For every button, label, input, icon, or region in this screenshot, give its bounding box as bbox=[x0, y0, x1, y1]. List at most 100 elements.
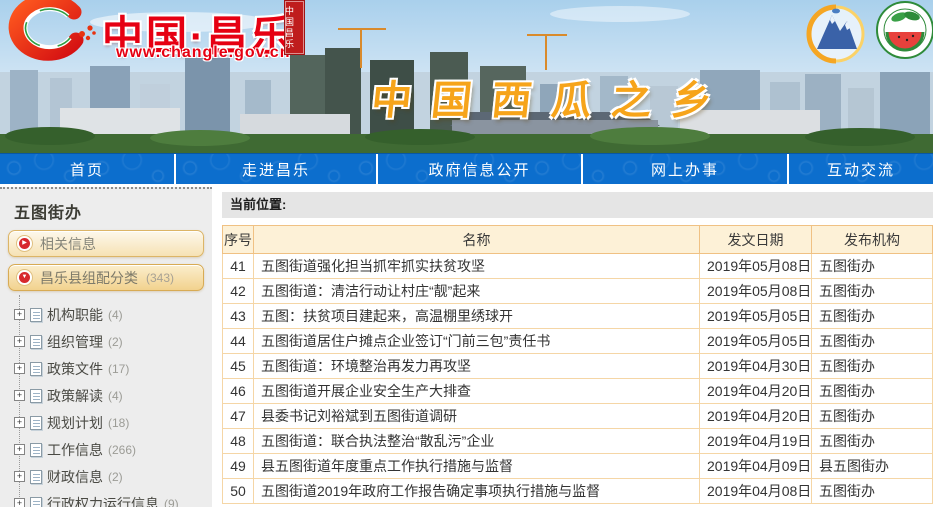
watermelon-festival-emblem-icon bbox=[875, 0, 933, 60]
article-title-link[interactable]: 五图街道居住户摊点企业签订“门前三包”责任书 bbox=[254, 329, 700, 354]
tree-item[interactable]: + 组织管理 (2) bbox=[14, 328, 212, 355]
table-row: 49 县五图街道年度重点工作执行措施与监督 2019年04月09日 县五图街办 bbox=[223, 454, 933, 479]
table-row: 43 五图：扶贫项目建起来，高温棚里绣球开 2019年05月05日 五图街办 bbox=[223, 304, 933, 329]
expand-plus-icon[interactable]: + bbox=[14, 309, 25, 320]
table-column-header: 发文日期 bbox=[700, 226, 812, 254]
category-group-button[interactable]: ▼ 昌乐县组配分类 (343) bbox=[8, 264, 204, 291]
article-title-link[interactable]: 五图街道开展企业安全生产大排查 bbox=[254, 379, 700, 404]
tree-item-count: (2) bbox=[108, 335, 123, 349]
category-group-label: 昌乐县组配分类 bbox=[40, 268, 138, 288]
expand-plus-icon[interactable]: + bbox=[14, 363, 25, 374]
tree-item[interactable]: + 行政权力运行信息 (9) bbox=[14, 490, 212, 507]
red-forward-circle-icon: ▶ bbox=[17, 236, 32, 251]
table-column-header: 名称 bbox=[254, 226, 700, 254]
table-row: 42 五图街道：清洁行动让村庄“靓”起来 2019年05月08日 五图街办 bbox=[223, 279, 933, 304]
related-info-button[interactable]: ▶ 相关信息 bbox=[8, 230, 204, 257]
article-title-link[interactable]: 五图街道2019年政府工作报告确定事项执行措施与监督 bbox=[254, 479, 700, 504]
article-title-link[interactable]: 五图：扶贫项目建起来，高温棚里绣球开 bbox=[254, 304, 700, 329]
publish-date-cell: 2019年04月09日 bbox=[700, 454, 812, 479]
table-row: 44 五图街道居住户摊点企业签订“门前三包”责任书 2019年05月05日 五图… bbox=[223, 329, 933, 354]
nav-item-label: 走进昌乐 bbox=[242, 159, 310, 180]
table-header-row: 序号 名称 发文日期 发布机构 bbox=[223, 226, 933, 254]
article-title-link[interactable]: 县五图街道年度重点工作执行措施与监督 bbox=[254, 454, 700, 479]
tree-item[interactable]: + 规划计划 (18) bbox=[14, 409, 212, 436]
row-number-cell: 48 bbox=[223, 429, 254, 454]
expand-plus-icon[interactable]: + bbox=[14, 444, 25, 455]
nav-item[interactable]: 互动交流 bbox=[789, 154, 933, 184]
document-icon bbox=[30, 335, 42, 349]
site-url: www.changle.gov.cn bbox=[116, 44, 290, 62]
publisher-cell: 五图街办 bbox=[812, 429, 933, 454]
seal-stamp: 中国昌乐 bbox=[284, 0, 305, 55]
row-number-cell: 43 bbox=[223, 304, 254, 329]
expand-plus-icon[interactable]: + bbox=[14, 390, 25, 401]
expand-plus-icon[interactable]: + bbox=[14, 417, 25, 428]
sidebar: 五图街办 ▶ 相关信息 ▼ 昌乐县组配分类 (343) + 机构职能 (4) +… bbox=[0, 187, 212, 507]
sidebar-title: 五图街办 bbox=[14, 199, 212, 223]
tree-item[interactable]: + 工作信息 (266) bbox=[14, 436, 212, 463]
tree-item-label: 机构职能 bbox=[47, 305, 103, 325]
row-number-cell: 50 bbox=[223, 479, 254, 504]
nav-item[interactable]: 首页 bbox=[0, 154, 176, 184]
tree-item[interactable]: + 政策解读 (4) bbox=[14, 382, 212, 409]
tree-item-label: 财政信息 bbox=[47, 467, 103, 487]
tree-item-count: (266) bbox=[108, 443, 136, 457]
nav-item-label: 首页 bbox=[70, 159, 104, 180]
publisher-cell: 五图街办 bbox=[812, 254, 933, 279]
row-number-cell: 45 bbox=[223, 354, 254, 379]
row-number-cell: 47 bbox=[223, 404, 254, 429]
tree-item[interactable]: + 财政信息 (2) bbox=[14, 463, 212, 490]
tree-item-count: (4) bbox=[108, 389, 123, 403]
table-column-header: 序号 bbox=[223, 226, 254, 254]
category-tree: + 机构职能 (4) + 组织管理 (2) + 政策文件 (17) + 政策解读… bbox=[14, 301, 212, 507]
tree-item[interactable]: + 机构职能 (4) bbox=[14, 301, 212, 328]
publisher-cell: 五图街办 bbox=[812, 479, 933, 504]
tree-item-label: 政策解读 bbox=[47, 386, 103, 406]
nav-item[interactable]: 走进昌乐 bbox=[176, 154, 378, 184]
row-number-cell: 41 bbox=[223, 254, 254, 279]
publisher-cell: 五图街办 bbox=[812, 404, 933, 429]
tree-item-count: (4) bbox=[108, 308, 123, 322]
e-swoosh-logo-icon bbox=[4, 0, 100, 66]
main-nav: 首页 走进昌乐 政府信息公开 网上办事 互动交流 bbox=[0, 153, 933, 184]
document-icon bbox=[30, 443, 42, 457]
content-area: 五图街办 ▶ 相关信息 ▼ 昌乐县组配分类 (343) + 机构职能 (4) +… bbox=[0, 184, 933, 507]
tree-item-count: (9) bbox=[164, 497, 179, 507]
document-icon bbox=[30, 470, 42, 484]
nav-item[interactable]: 政府信息公开 bbox=[378, 154, 583, 184]
table-row: 47 县委书记刘裕斌到五图街道调研 2019年04月20日 五图街办 bbox=[223, 404, 933, 429]
publish-date-cell: 2019年04月08日 bbox=[700, 479, 812, 504]
tree-item[interactable]: + 政策文件 (17) bbox=[14, 355, 212, 382]
article-title-link[interactable]: 五图街道强化担当抓牢抓实扶贫攻坚 bbox=[254, 254, 700, 279]
expand-plus-icon[interactable]: + bbox=[14, 336, 25, 347]
publish-date-cell: 2019年04月20日 bbox=[700, 379, 812, 404]
document-icon bbox=[30, 308, 42, 322]
document-icon bbox=[30, 416, 42, 430]
row-number-cell: 49 bbox=[223, 454, 254, 479]
publish-date-cell: 2019年04月20日 bbox=[700, 404, 812, 429]
document-icon bbox=[30, 362, 42, 376]
document-icon bbox=[30, 497, 42, 507]
article-title-link[interactable]: 五图街道：联合执法整治“散乱污”企业 bbox=[254, 429, 700, 454]
table-row: 50 五图街道2019年政府工作报告确定事项执行措施与监督 2019年04月08… bbox=[223, 479, 933, 504]
main-panel: 当前位置: 序号 名称 发文日期 发布机构 41 五图街道强化担当抓牢抓实扶贫攻… bbox=[212, 184, 933, 507]
article-title-link[interactable]: 县委书记刘裕斌到五图街道调研 bbox=[254, 404, 700, 429]
article-title-link[interactable]: 五图街道：清洁行动让村庄“靓”起来 bbox=[254, 279, 700, 304]
publish-date-cell: 2019年04月30日 bbox=[700, 354, 812, 379]
publish-date-cell: 2019年05月05日 bbox=[700, 329, 812, 354]
table-column-header: 发布机构 bbox=[812, 226, 933, 254]
table-row: 48 五图街道：联合执法整治“散乱污”企业 2019年04月19日 五图街办 bbox=[223, 429, 933, 454]
table-row: 45 五图街道：环境整治再发力再攻坚 2019年04月30日 五图街办 bbox=[223, 354, 933, 379]
expand-plus-icon[interactable]: + bbox=[14, 498, 25, 507]
related-info-label: 相关信息 bbox=[40, 234, 96, 254]
publisher-cell: 五图街办 bbox=[812, 354, 933, 379]
tree-item-count: (17) bbox=[108, 362, 129, 376]
nav-item[interactable]: 网上办事 bbox=[583, 154, 789, 184]
site-logo[interactable] bbox=[4, 0, 100, 66]
table-row: 46 五图街道开展企业安全生产大排查 2019年04月20日 五图街办 bbox=[223, 379, 933, 404]
document-table: 序号 名称 发文日期 发布机构 41 五图街道强化担当抓牢抓实扶贫攻坚 2019… bbox=[222, 225, 933, 504]
expand-plus-icon[interactable]: + bbox=[14, 471, 25, 482]
publish-date-cell: 2019年04月19日 bbox=[700, 429, 812, 454]
article-title-link[interactable]: 五图街道：环境整治再发力再攻坚 bbox=[254, 354, 700, 379]
publisher-cell: 五图街办 bbox=[812, 379, 933, 404]
